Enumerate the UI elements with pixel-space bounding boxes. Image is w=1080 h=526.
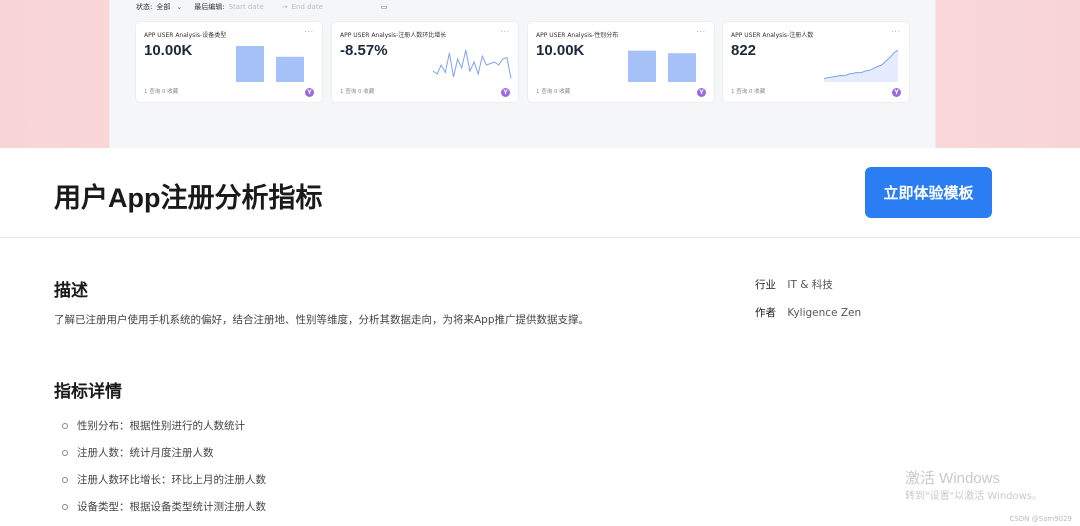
more-icon[interactable]: ··· (891, 28, 901, 36)
card-title: APP USER Analysis-设备类型 (144, 32, 227, 39)
card-value: -8.57% (340, 42, 388, 59)
card-title: APP USER Analysis-注册人数 (731, 32, 814, 39)
metric-card-device-type[interactable]: APP USER Analysis-设备类型 ··· 10.00K 1 查询 0… (136, 22, 322, 102)
description-heading: 描述 (54, 281, 88, 300)
card-value: 10.00K (144, 42, 193, 59)
metric-card-registrations[interactable]: APP USER Analysis-注册人数 ··· 822 1 查询 0 收藏… (723, 22, 909, 102)
sparkline-chart (432, 49, 512, 79)
author-row: 作者 Kyligence Zen (755, 305, 861, 320)
bar (628, 50, 656, 82)
status-filter-label: 状态: (136, 3, 153, 11)
bullet-icon (62, 422, 68, 429)
card-title: APP USER Analysis-注册人数环比增长 (340, 32, 447, 39)
details-heading: 指标详情 (54, 382, 122, 401)
page-title: 用户App注册分析指标 (54, 183, 323, 213)
list-item: 设备类型：根据设备类型统计测注册人数 (62, 493, 266, 520)
start-date-input[interactable]: Start date (229, 3, 264, 11)
status-filter-value[interactable]: 全部 (156, 2, 170, 12)
details-list: 性别分布：根据性别进行的人数统计 注册人数：统计月度注册人数 注册人数环比增长：… (62, 412, 266, 520)
activate-windows-hint: 转到"设置"以激活 Windows。 (905, 491, 1043, 502)
avatar: Y (697, 88, 706, 97)
list-item: 注册人数环比增长：环比上月的注册人数 (62, 466, 266, 493)
credit-text: CSDN @Sam9029 (1009, 515, 1072, 523)
bar (668, 53, 696, 82)
card-footer: 1 查询 0 收藏 (144, 89, 179, 95)
bar-chart (628, 50, 696, 82)
series-line (432, 49, 512, 79)
chevron-down-icon[interactable]: ⌄ (176, 3, 182, 11)
area-chart (823, 49, 899, 82)
bullet-icon (62, 449, 68, 456)
more-icon[interactable]: ··· (696, 28, 706, 36)
industry-label: 行业 (755, 279, 776, 291)
description-text: 了解已注册用户使用手机系统的偏好，结合注册地、性别等维度，分析其数据走向，为将来… (54, 314, 590, 326)
author-value: Kyligence Zen (787, 307, 862, 319)
bar-chart (236, 46, 304, 82)
last-edit-label: 最后编辑: (194, 3, 225, 11)
industry-row: 行业 IT & 科技 (755, 277, 833, 292)
card-footer: 1 查询 0 收藏 (731, 89, 766, 95)
author-label: 作者 (755, 307, 776, 319)
card-value: 10.00K (536, 42, 585, 59)
avatar: Y (892, 88, 901, 97)
dashboard-preview: 状态: 全部 ⌄ 最后编辑: Start date → End date ▭ A… (109, 0, 936, 148)
template-preview-banner: 状态: 全部 ⌄ 最后编辑: Start date → End date ▭ A… (0, 0, 1080, 148)
bar (236, 46, 264, 82)
activate-windows-watermark: 激活 Windows (905, 470, 1001, 487)
bar (276, 56, 304, 82)
calendar-icon[interactable]: ▭ (381, 3, 388, 11)
list-item: 注册人数：统计月度注册人数 (62, 439, 266, 466)
card-footer: 1 查询 0 收藏 (340, 89, 375, 95)
metric-card-registration-growth[interactable]: APP USER Analysis-注册人数环比增长 ··· -8.57% 1 … (332, 22, 518, 102)
list-item: 性别分布：根据性别进行的人数统计 (62, 412, 266, 439)
filter-bar: 状态: 全部 ⌄ 最后编辑: Start date → End date ▭ (136, 2, 388, 12)
end-date-input[interactable]: End date (292, 3, 323, 11)
area-fill (824, 50, 898, 82)
avatar: Y (305, 88, 314, 97)
bullet-icon (62, 503, 68, 510)
more-icon[interactable]: ··· (304, 28, 314, 36)
metric-card-gender-distribution[interactable]: APP USER Analysis-性别分布 ··· 10.00K 1 查询 0… (528, 22, 714, 102)
template-header: 用户App注册分析指标 立即体验模板 (0, 148, 1080, 238)
card-footer: 1 查询 0 收藏 (536, 89, 571, 95)
date-range-separator: → (281, 3, 288, 11)
card-value: 822 (731, 42, 757, 59)
more-icon[interactable]: ··· (500, 28, 510, 36)
try-template-button[interactable]: 立即体验模板 (865, 167, 992, 218)
card-title: APP USER Analysis-性别分布 (536, 32, 619, 39)
bullet-icon (62, 476, 68, 483)
avatar: Y (501, 88, 510, 97)
industry-value: IT & 科技 (787, 279, 833, 291)
